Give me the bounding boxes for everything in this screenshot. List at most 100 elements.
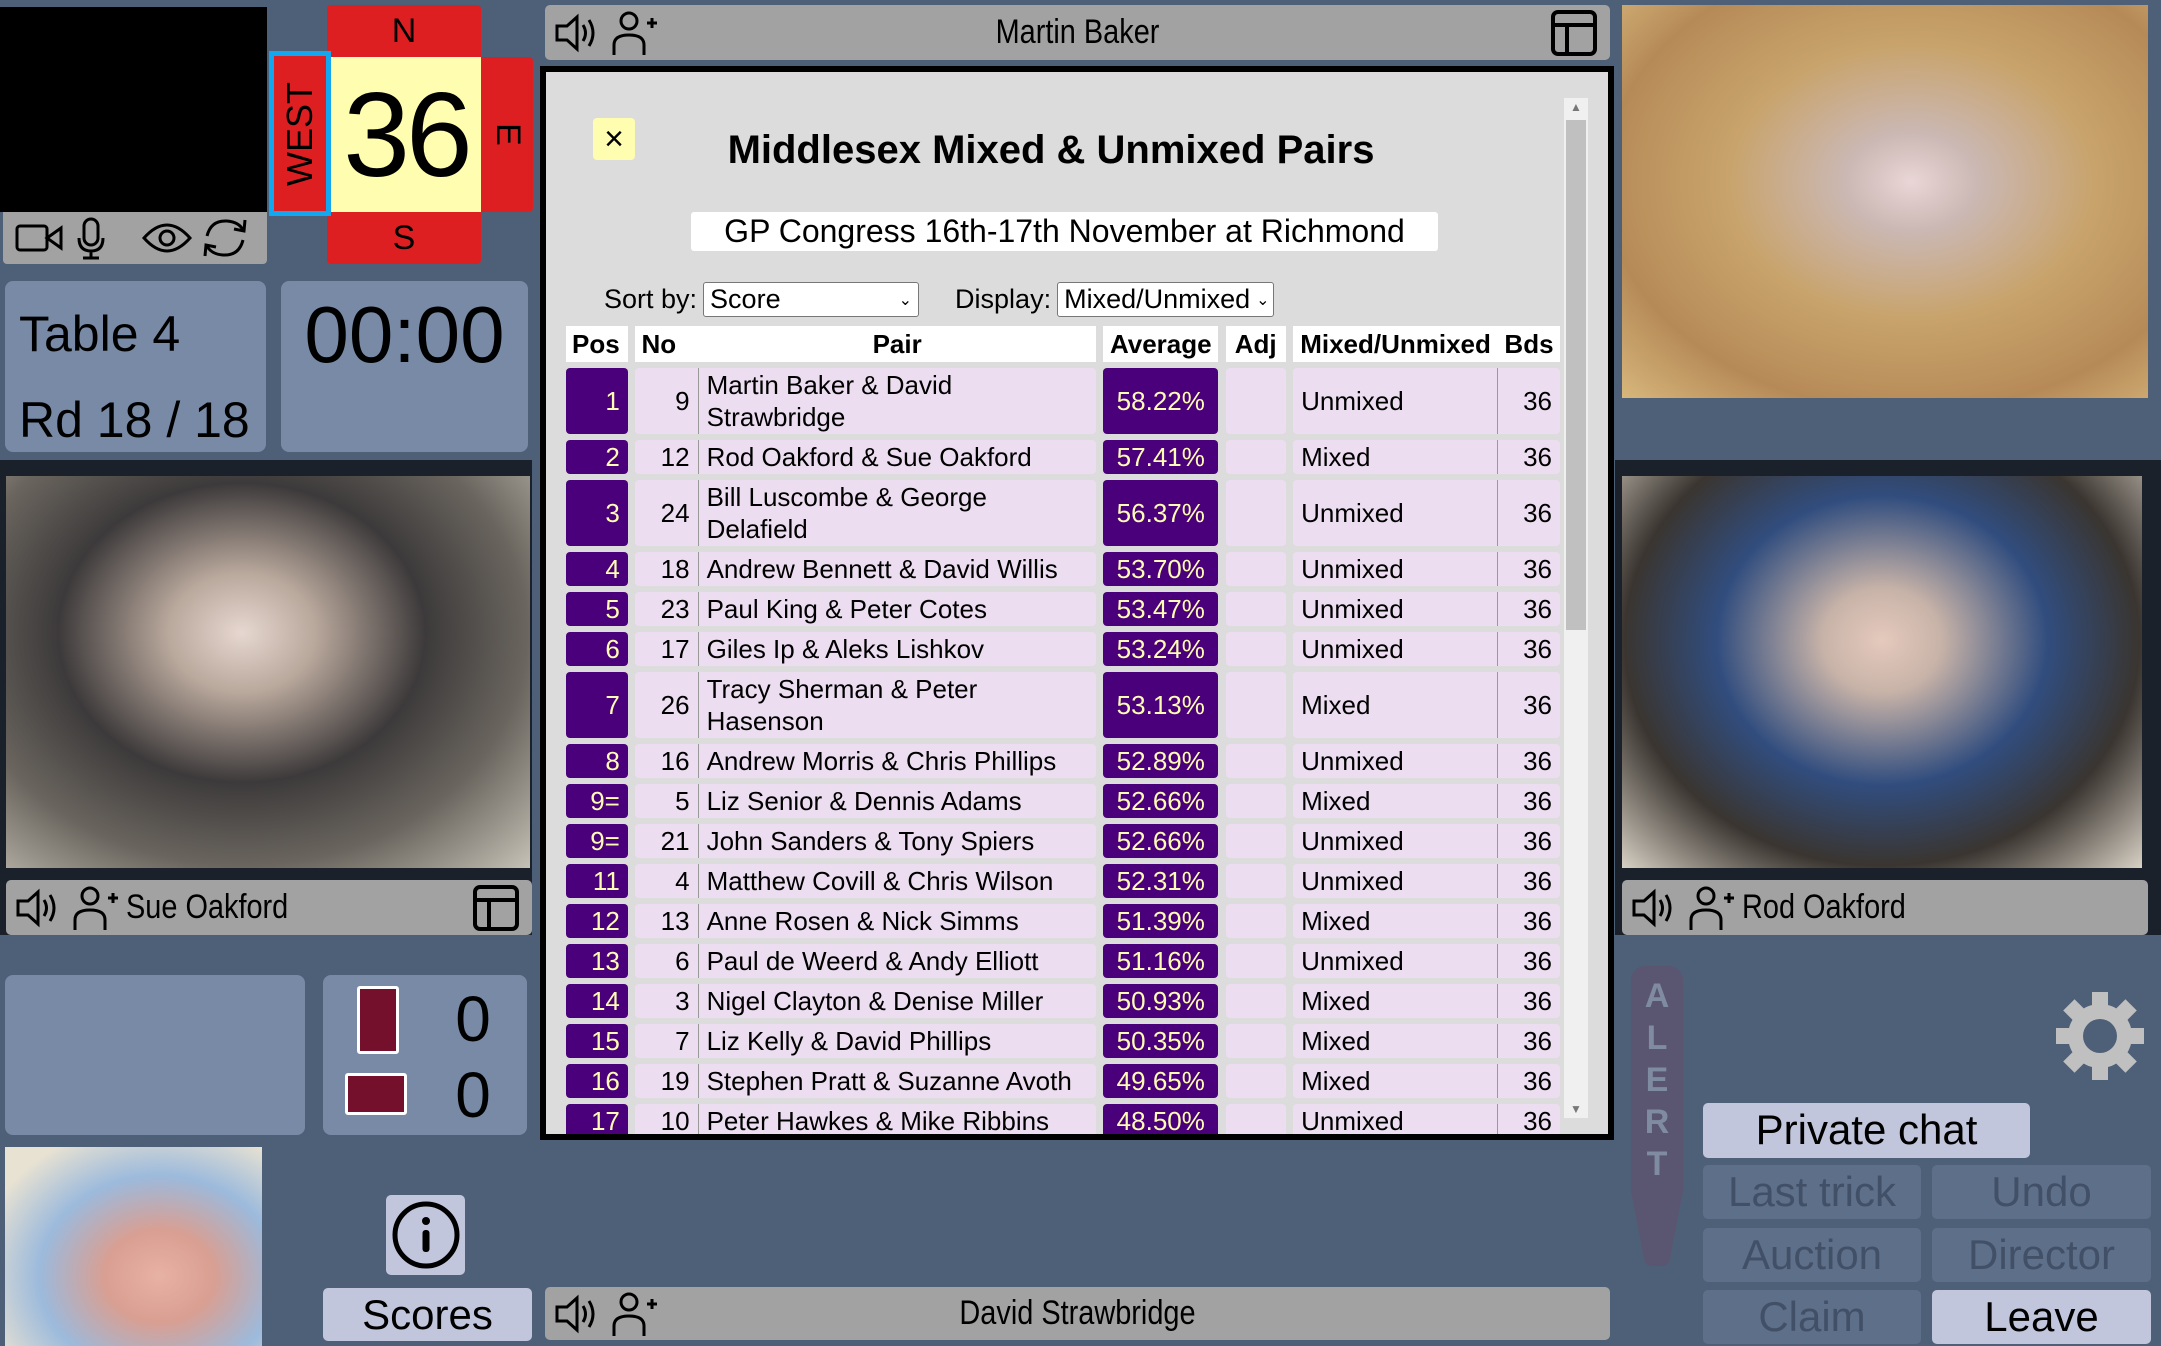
scroll-down-icon[interactable]: ▼ xyxy=(1564,1102,1588,1116)
column-header-pair[interactable]: Pair xyxy=(698,326,1096,362)
table-row[interactable]: 5 23 Paul King & Peter Cotes 53.47% Unmixed 3… xyxy=(566,592,1560,626)
add-user-icon[interactable] xyxy=(609,9,659,57)
claim-button[interactable]: Claim xyxy=(1703,1290,1921,1344)
cell-no: 18 xyxy=(635,552,699,586)
cell-pos: 1 xyxy=(566,368,628,434)
table-row[interactable]: 8 16 Andrew Morris & Chris Phillips 52.89% U… xyxy=(566,744,1560,778)
cell-no: 5 xyxy=(635,784,699,818)
table-row[interactable]: 1 9 Martin Baker & David Strawbridge 58.22%… xyxy=(566,368,1560,434)
cell-spacer xyxy=(628,904,636,938)
cell-pos: 9= xyxy=(566,784,628,818)
cell-pos: 4 xyxy=(566,552,628,586)
eye-icon[interactable] xyxy=(141,216,193,260)
column-header-pos[interactable]: Pos xyxy=(566,326,628,362)
cell-mixed-unmixed: Mixed xyxy=(1293,1024,1498,1058)
table-row[interactable]: 16 19 Stephen Pratt & Suzanne Avoth 49.65% M… xyxy=(566,1064,1560,1098)
add-user-icon[interactable] xyxy=(70,884,120,932)
cell-spacer xyxy=(628,440,636,474)
table-row[interactable]: 12 13 Anne Rosen & Nick Simms 51.39% Mixed 36 xyxy=(566,904,1560,938)
cell-spacer xyxy=(628,784,636,818)
add-user-icon[interactable] xyxy=(1686,884,1736,932)
cell-no: 24 xyxy=(635,480,699,546)
scroll-up-icon[interactable]: ▲ xyxy=(1564,100,1588,114)
column-header-boards[interactable]: Bds xyxy=(1497,326,1560,362)
cell-pair: Tracy Sherman & Peter Hasenson xyxy=(698,672,1096,738)
table-row[interactable]: 15 7 Liz Kelly & David Phillips 50.35% Mixed… xyxy=(566,1024,1560,1058)
table-row[interactable]: 3 24 Bill Luscombe & George Delafield 56.37… xyxy=(566,480,1560,546)
speaker-icon[interactable] xyxy=(553,9,603,57)
speaker-icon[interactable] xyxy=(553,1290,603,1338)
modal-scrollbar[interactable]: ▲ ▼ xyxy=(1564,98,1588,1118)
refresh-icon[interactable] xyxy=(199,216,251,260)
video-camera-icon[interactable] xyxy=(13,216,65,260)
cell-spacer xyxy=(1096,368,1104,434)
compass-east: E xyxy=(481,57,533,212)
cell-adj xyxy=(1225,552,1286,586)
cell-average: 48.50% xyxy=(1103,1104,1219,1134)
column-header-no[interactable]: No xyxy=(635,326,699,362)
west-player-bar: Sue Oakford xyxy=(6,880,532,935)
table-row[interactable]: 14 3 Nigel Clayton & Denise Miller 50.93% Mi… xyxy=(566,984,1560,1018)
scrollbar-thumb[interactable] xyxy=(1566,120,1586,630)
auction-button[interactable]: Auction xyxy=(1703,1228,1921,1282)
table-row[interactable]: 11 4 Matthew Covill & Chris Wilson 52.31% Un… xyxy=(566,864,1560,898)
cell-no: 6 xyxy=(635,944,699,978)
add-user-icon[interactable] xyxy=(609,1290,659,1338)
board-number: 36 xyxy=(331,57,481,212)
cell-boards: 36 xyxy=(1497,904,1560,938)
cell-mixed-unmixed: Unmixed xyxy=(1293,864,1498,898)
cell-pair: Andrew Bennett & David Willis xyxy=(698,552,1096,586)
microphone-icon[interactable] xyxy=(71,216,111,260)
cell-mixed-unmixed: Unmixed xyxy=(1293,632,1498,666)
cell-mixed-unmixed: Unmixed xyxy=(1293,552,1498,586)
cell-boards: 36 xyxy=(1497,480,1560,546)
cell-adj xyxy=(1225,784,1286,818)
leave-button[interactable]: Leave xyxy=(1932,1290,2151,1344)
table-row[interactable]: 9= 5 Liz Senior & Dennis Adams 52.66% Mixed 3… xyxy=(566,784,1560,818)
layout-icon[interactable] xyxy=(472,884,520,932)
private-chat-button[interactable]: Private chat xyxy=(1703,1103,2030,1158)
bidding-panel xyxy=(5,975,305,1135)
alert-label: ALERT xyxy=(1631,975,1683,1185)
cell-average: 58.22% xyxy=(1103,368,1219,434)
table-row[interactable]: 7 26 Tracy Sherman & Peter Hasenson 53.13% M… xyxy=(566,672,1560,738)
cell-spacer xyxy=(1096,552,1104,586)
director-button[interactable]: Director xyxy=(1932,1228,2151,1282)
table-row[interactable]: 2 12 Rod Oakford & Sue Oakford 57.41% Mixed 3… xyxy=(566,440,1560,474)
cell-spacer xyxy=(1218,368,1226,434)
results-table: Pos No Pair Average Adj Mixed/Unmixed Bds 1 9 Ma… xyxy=(566,320,1560,1134)
speaker-icon[interactable] xyxy=(1630,884,1680,932)
self-video-toolbar xyxy=(3,212,267,264)
cell-pair: Paul de Weerd & Andy Elliott xyxy=(698,944,1096,978)
table-row[interactable]: 6 17 Giles Ip & Aleks Lishkov 53.24% Unmixed… xyxy=(566,632,1560,666)
cell-boards: 36 xyxy=(1497,1104,1560,1134)
cell-adj xyxy=(1225,368,1286,434)
scores-button[interactable]: Scores xyxy=(323,1288,532,1341)
cell-mixed-unmixed: Mixed xyxy=(1293,440,1498,474)
speaker-icon[interactable] xyxy=(14,884,64,932)
display-select[interactable]: Mixed/Unmixed ⌄ xyxy=(1057,282,1275,317)
column-header-adj[interactable]: Adj xyxy=(1225,326,1286,362)
column-header-average[interactable]: Average xyxy=(1103,326,1219,362)
cell-spacer xyxy=(1096,1104,1104,1134)
info-button[interactable] xyxy=(386,1195,465,1275)
undo-button[interactable]: Undo xyxy=(1932,1165,2151,1219)
cell-spacer xyxy=(1286,440,1294,474)
column-header-mixed-unmixed[interactable]: Mixed/Unmixed xyxy=(1293,326,1498,362)
cell-no: 23 xyxy=(635,592,699,626)
table-header-row: Pos No Pair Average Adj Mixed/Unmixed Bds xyxy=(566,326,1560,362)
cell-spacer xyxy=(1286,904,1294,938)
table-row[interactable]: 9= 21 John Sanders & Tony Spiers 52.66% Unmi… xyxy=(566,824,1560,858)
table-row[interactable]: 4 18 Andrew Bennett & David Willis 53.70% Un… xyxy=(566,552,1560,586)
cell-mixed-unmixed: Mixed xyxy=(1293,904,1498,938)
cell-average: 56.37% xyxy=(1103,480,1219,546)
last-trick-button[interactable]: Last trick xyxy=(1703,1165,1921,1219)
gear-icon[interactable] xyxy=(2052,988,2148,1084)
table-row[interactable]: 17 10 Peter Hawkes & Mike Ribbins 48.50% Unm… xyxy=(566,1104,1560,1134)
cell-spacer xyxy=(1096,592,1104,626)
table-row[interactable]: 13 6 Paul de Weerd & Andy Elliott 51.16% Unm… xyxy=(566,944,1560,978)
sort-select[interactable]: Score ⌄ xyxy=(703,282,920,317)
cell-mixed-unmixed: Unmixed xyxy=(1293,824,1498,858)
cell-boards: 36 xyxy=(1497,824,1560,858)
layout-icon[interactable] xyxy=(1550,9,1598,57)
